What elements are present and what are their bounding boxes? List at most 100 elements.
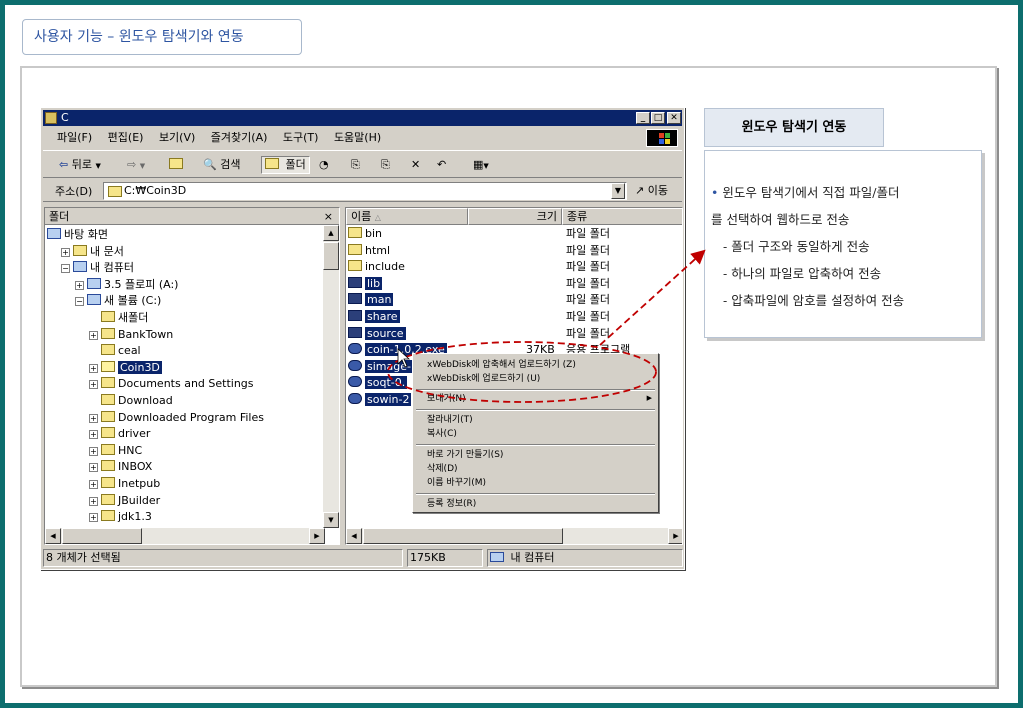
go-button[interactable]: ↗ 이동 bbox=[635, 183, 668, 199]
menu-edit[interactable]: 편집(E) bbox=[108, 131, 144, 144]
file-row[interactable]: lib bbox=[348, 276, 383, 292]
menu-file[interactable]: 파일(F) bbox=[57, 131, 92, 144]
menu-item-compress-upload[interactable]: xWebDisk에 압축해서 업로드하기 (Z) bbox=[427, 359, 576, 372]
close-button[interactable]: ✕ bbox=[667, 112, 681, 124]
maximize-button[interactable]: □ bbox=[651, 112, 665, 124]
up-folder-icon bbox=[169, 158, 183, 169]
tree-item[interactable]: 바탕 화면 bbox=[47, 227, 108, 243]
expand-icon[interactable]: + bbox=[89, 363, 98, 373]
file-name: source bbox=[365, 326, 406, 340]
folders-button[interactable]: 폴더 bbox=[261, 156, 310, 174]
file-type: 파일 폴더 bbox=[566, 310, 610, 323]
folder-tree-scrollbar[interactable]: ▲ ▼ bbox=[323, 225, 339, 528]
scroll-thumb[interactable] bbox=[323, 242, 339, 270]
collapse-icon[interactable]: − bbox=[61, 264, 70, 274]
file-row[interactable]: soqt-0. bbox=[348, 375, 408, 391]
menu-view[interactable]: 보기(V) bbox=[159, 131, 195, 144]
scroll-right-button[interactable]: ▶ bbox=[309, 528, 325, 544]
folder-icon bbox=[348, 293, 362, 305]
forward-button[interactable]: ⇨ ▼ bbox=[127, 157, 145, 174]
expand-icon[interactable]: + bbox=[89, 413, 98, 423]
collapse-icon[interactable]: − bbox=[75, 297, 84, 307]
scroll-left-button[interactable]: ◀ bbox=[45, 528, 61, 544]
menu-favorites[interactable]: 즐겨찾기(A) bbox=[211, 131, 268, 144]
expand-icon[interactable]: + bbox=[89, 430, 98, 440]
expand-icon[interactable]: + bbox=[89, 496, 98, 506]
address-dropdown-button[interactable]: ▼ bbox=[611, 183, 625, 199]
minimize-button[interactable]: _ bbox=[636, 112, 650, 124]
file-name: man bbox=[365, 293, 394, 307]
tree-item[interactable]: ceal bbox=[89, 343, 141, 359]
tree-item[interactable]: − 내 컴퓨터 bbox=[61, 260, 134, 276]
expand-icon[interactable]: + bbox=[89, 330, 98, 340]
undo-button[interactable]: ↶ bbox=[437, 157, 446, 173]
tree-item[interactable]: + 내 문서 bbox=[61, 244, 124, 260]
column-name[interactable]: 이름 △ bbox=[346, 208, 468, 225]
search-button[interactable]: 🔍 검색 bbox=[203, 157, 240, 173]
expand-icon[interactable]: + bbox=[89, 513, 98, 523]
tree-item[interactable]: + BankTown bbox=[89, 327, 173, 343]
file-row[interactable]: man bbox=[348, 292, 394, 308]
scroll-thumb[interactable] bbox=[62, 528, 142, 544]
folder-icon bbox=[101, 460, 115, 472]
scroll-up-button[interactable]: ▲ bbox=[323, 225, 339, 241]
menu-item-copy[interactable]: 복사(C) bbox=[427, 428, 457, 441]
expand-icon[interactable]: + bbox=[61, 247, 70, 257]
floppy-icon bbox=[87, 277, 101, 289]
tree-item[interactable]: + INBOX bbox=[89, 459, 152, 475]
expand-icon[interactable]: + bbox=[89, 446, 98, 456]
tree-item[interactable]: + HNC bbox=[89, 443, 142, 459]
menu-item-upload[interactable]: xWebDisk에 업로드하기 (U) bbox=[427, 373, 540, 386]
file-row[interactable]: simage- bbox=[348, 359, 413, 375]
menu-item-properties[interactable]: 등록 정보(R) bbox=[427, 498, 476, 511]
back-button[interactable]: ⇦ 뒤로 ▼ bbox=[59, 157, 101, 174]
views-button[interactable]: ▦▼ bbox=[473, 157, 489, 174]
scroll-down-button[interactable]: ▼ bbox=[323, 512, 339, 528]
tree-item[interactable]: + Inetpub bbox=[89, 476, 160, 492]
go-arrow-icon: ↗ bbox=[635, 184, 645, 197]
delete-button[interactable]: ✕ bbox=[411, 157, 420, 173]
move-to-button[interactable]: ⎘ bbox=[351, 157, 360, 173]
menu-item-create-shortcut[interactable]: 바로 가기 만들기(S) bbox=[427, 449, 503, 462]
scroll-thumb[interactable] bbox=[363, 528, 563, 544]
menu-item-rename[interactable]: 이름 바꾸기(M) bbox=[427, 477, 486, 490]
copy-to-button[interactable]: ⎘ bbox=[381, 157, 390, 173]
tree-item[interactable]: + Coin3D bbox=[89, 360, 162, 376]
history-button[interactable]: ◔ bbox=[319, 157, 329, 173]
up-folder-button[interactable] bbox=[169, 157, 186, 173]
file-list-hscrollbar[interactable]: ◀ ▶ bbox=[346, 528, 682, 544]
menu-tools[interactable]: 도구(T) bbox=[283, 131, 319, 144]
tree-item[interactable]: + Downloaded Program Files bbox=[89, 410, 264, 426]
address-input[interactable]: C:₩Coin3D bbox=[103, 182, 627, 200]
tree-item[interactable]: + Documents and Settings bbox=[89, 376, 254, 392]
menu-item-send-to[interactable]: 보내기(N) bbox=[427, 393, 466, 406]
file-row[interactable]: include bbox=[348, 259, 405, 275]
window-titlebar[interactable]: C _ □ ✕ bbox=[43, 110, 682, 126]
file-row[interactable]: sowin-2 bbox=[348, 392, 412, 408]
folder-pane-close-button[interactable]: × bbox=[324, 208, 333, 225]
menu-item-delete[interactable]: 삭제(D) bbox=[427, 463, 458, 476]
column-size[interactable]: 크기 bbox=[468, 208, 562, 225]
file-row[interactable]: html bbox=[348, 243, 390, 259]
folder-icon bbox=[348, 243, 362, 255]
expand-icon[interactable]: + bbox=[89, 463, 98, 473]
tree-item[interactable]: + JBuilder bbox=[89, 493, 160, 509]
file-row[interactable]: share bbox=[348, 309, 400, 325]
tree-item[interactable]: + driver bbox=[89, 426, 150, 442]
expand-icon[interactable]: + bbox=[89, 380, 98, 390]
scroll-left-button[interactable]: ◀ bbox=[346, 528, 362, 544]
scroll-right-button[interactable]: ▶ bbox=[668, 528, 682, 544]
menu-help[interactable]: 도움말(H) bbox=[334, 131, 381, 144]
file-row[interactable]: source bbox=[348, 326, 406, 342]
tree-item[interactable]: 새폴더 bbox=[89, 310, 148, 326]
tree-item[interactable]: +3.5 플로피 (A:) bbox=[75, 277, 178, 293]
folder-tree-hscrollbar[interactable]: ◀ ▶ bbox=[45, 528, 325, 544]
expand-icon[interactable]: + bbox=[89, 480, 98, 489]
file-row[interactable]: bin bbox=[348, 226, 382, 242]
tree-item[interactable]: + jdk1.3 bbox=[89, 509, 152, 525]
tree-item[interactable]: Download bbox=[89, 393, 173, 409]
menu-item-cut[interactable]: 잘라내기(T) bbox=[427, 414, 473, 427]
tree-item[interactable]: − 새 볼륨 (C:) bbox=[75, 293, 161, 309]
expand-icon[interactable]: + bbox=[75, 280, 84, 290]
column-type[interactable]: 종류 bbox=[562, 208, 682, 225]
